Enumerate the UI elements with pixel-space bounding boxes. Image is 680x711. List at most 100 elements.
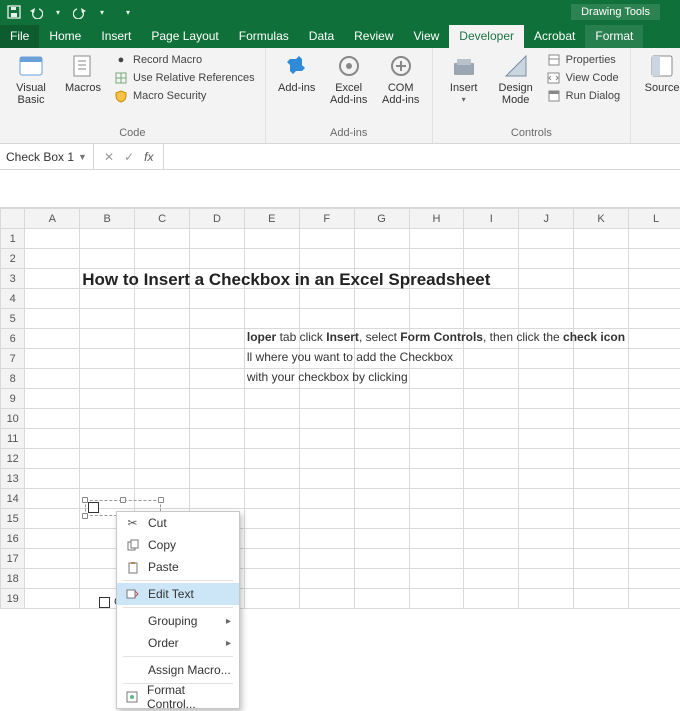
formula-bar-input[interactable] bbox=[164, 144, 680, 169]
cell[interactable] bbox=[25, 309, 80, 329]
cell[interactable] bbox=[299, 549, 354, 569]
cell[interactable] bbox=[464, 269, 519, 289]
cell[interactable] bbox=[80, 409, 135, 429]
cell[interactable] bbox=[299, 329, 354, 349]
context-assign-macro[interactable]: Assign Macro... bbox=[117, 659, 239, 681]
cell[interactable] bbox=[190, 269, 245, 289]
cell[interactable] bbox=[190, 329, 245, 349]
cell[interactable] bbox=[190, 469, 245, 489]
cell[interactable]: ll where you want to add the Checkbox bbox=[244, 349, 299, 369]
cell[interactable] bbox=[299, 389, 354, 409]
cell[interactable] bbox=[244, 529, 299, 549]
redo-dropdown-icon[interactable]: ▾ bbox=[94, 4, 110, 20]
cell[interactable] bbox=[190, 389, 245, 409]
cell[interactable] bbox=[244, 389, 299, 409]
cell[interactable] bbox=[299, 429, 354, 449]
cell[interactable] bbox=[464, 309, 519, 329]
cell[interactable] bbox=[519, 289, 574, 309]
cell[interactable] bbox=[244, 429, 299, 449]
cell[interactable] bbox=[519, 509, 574, 529]
cell[interactable] bbox=[574, 269, 629, 289]
cell[interactable] bbox=[244, 589, 299, 609]
cell[interactable] bbox=[25, 449, 80, 469]
cell[interactable] bbox=[519, 549, 574, 569]
cell[interactable] bbox=[80, 449, 135, 469]
cell[interactable] bbox=[519, 269, 574, 289]
cell[interactable] bbox=[80, 249, 135, 269]
cell[interactable] bbox=[299, 229, 354, 249]
cell[interactable] bbox=[629, 249, 680, 269]
cell[interactable] bbox=[135, 369, 190, 389]
context-order[interactable]: Order▸ bbox=[117, 632, 239, 654]
cell[interactable] bbox=[354, 409, 409, 429]
cell[interactable] bbox=[25, 589, 80, 609]
row-header[interactable]: 5 bbox=[1, 309, 25, 329]
cell[interactable] bbox=[409, 349, 464, 369]
cell[interactable] bbox=[574, 349, 629, 369]
cell[interactable] bbox=[135, 229, 190, 249]
row-header[interactable]: 19 bbox=[1, 589, 25, 609]
cell[interactable]: How to Insert a Checkbox in an Excel Spr… bbox=[80, 269, 135, 289]
cell[interactable] bbox=[135, 269, 190, 289]
undo-dropdown-icon[interactable]: ▾ bbox=[50, 4, 66, 20]
cell[interactable] bbox=[299, 469, 354, 489]
cell[interactable] bbox=[409, 489, 464, 509]
cell[interactable] bbox=[25, 429, 80, 449]
column-header[interactable]: H bbox=[409, 209, 464, 229]
cell[interactable] bbox=[629, 509, 680, 529]
cell[interactable] bbox=[409, 449, 464, 469]
record-macro-button[interactable]: ●Record Macro bbox=[112, 52, 257, 68]
cell[interactable] bbox=[244, 269, 299, 289]
cell[interactable] bbox=[629, 549, 680, 569]
cell[interactable] bbox=[25, 469, 80, 489]
cell[interactable] bbox=[190, 249, 245, 269]
cell[interactable] bbox=[464, 289, 519, 309]
cell[interactable] bbox=[409, 369, 464, 389]
row-header[interactable]: 11 bbox=[1, 429, 25, 449]
cell[interactable] bbox=[190, 289, 245, 309]
cell[interactable] bbox=[574, 409, 629, 429]
cell[interactable] bbox=[519, 449, 574, 469]
cell[interactable] bbox=[574, 469, 629, 489]
cell[interactable] bbox=[464, 569, 519, 589]
cell[interactable] bbox=[629, 409, 680, 429]
macro-security-button[interactable]: Macro Security bbox=[112, 88, 257, 104]
cell[interactable] bbox=[409, 269, 464, 289]
cell[interactable] bbox=[190, 349, 245, 369]
cell[interactable] bbox=[464, 469, 519, 489]
resize-handle-nw[interactable] bbox=[82, 497, 88, 503]
column-header[interactable]: K bbox=[574, 209, 629, 229]
design-mode-button[interactable]: Design Mode bbox=[493, 52, 539, 125]
cell[interactable] bbox=[25, 249, 80, 269]
cell[interactable] bbox=[574, 249, 629, 269]
cell[interactable] bbox=[464, 509, 519, 529]
cell[interactable] bbox=[519, 369, 574, 389]
row-header[interactable]: 18 bbox=[1, 569, 25, 589]
cell[interactable] bbox=[354, 249, 409, 269]
save-icon[interactable] bbox=[6, 4, 22, 20]
cell[interactable]: loper tab click Insert, select Form Cont… bbox=[244, 329, 299, 349]
row-header[interactable]: 7 bbox=[1, 349, 25, 369]
cell[interactable] bbox=[409, 309, 464, 329]
context-paste[interactable]: Paste bbox=[117, 556, 239, 578]
cell[interactable] bbox=[299, 449, 354, 469]
cell[interactable] bbox=[519, 469, 574, 489]
cell[interactable] bbox=[244, 489, 299, 509]
cell[interactable] bbox=[135, 329, 190, 349]
cell[interactable] bbox=[299, 349, 354, 369]
addins-button[interactable]: Add-ins bbox=[274, 52, 320, 125]
cell[interactable]: with your checkbox by clicking bbox=[244, 369, 299, 389]
cell[interactable] bbox=[574, 229, 629, 249]
cell[interactable] bbox=[190, 489, 245, 509]
cell[interactable] bbox=[409, 229, 464, 249]
cell[interactable] bbox=[519, 569, 574, 589]
cell[interactable] bbox=[244, 249, 299, 269]
cancel-icon[interactable]: ✕ bbox=[104, 150, 114, 164]
cell[interactable] bbox=[464, 229, 519, 249]
tab-developer[interactable]: Developer bbox=[449, 25, 524, 48]
cell[interactable] bbox=[629, 309, 680, 329]
cell[interactable] bbox=[354, 269, 409, 289]
cell[interactable] bbox=[354, 389, 409, 409]
cell[interactable] bbox=[629, 469, 680, 489]
cell[interactable] bbox=[80, 369, 135, 389]
